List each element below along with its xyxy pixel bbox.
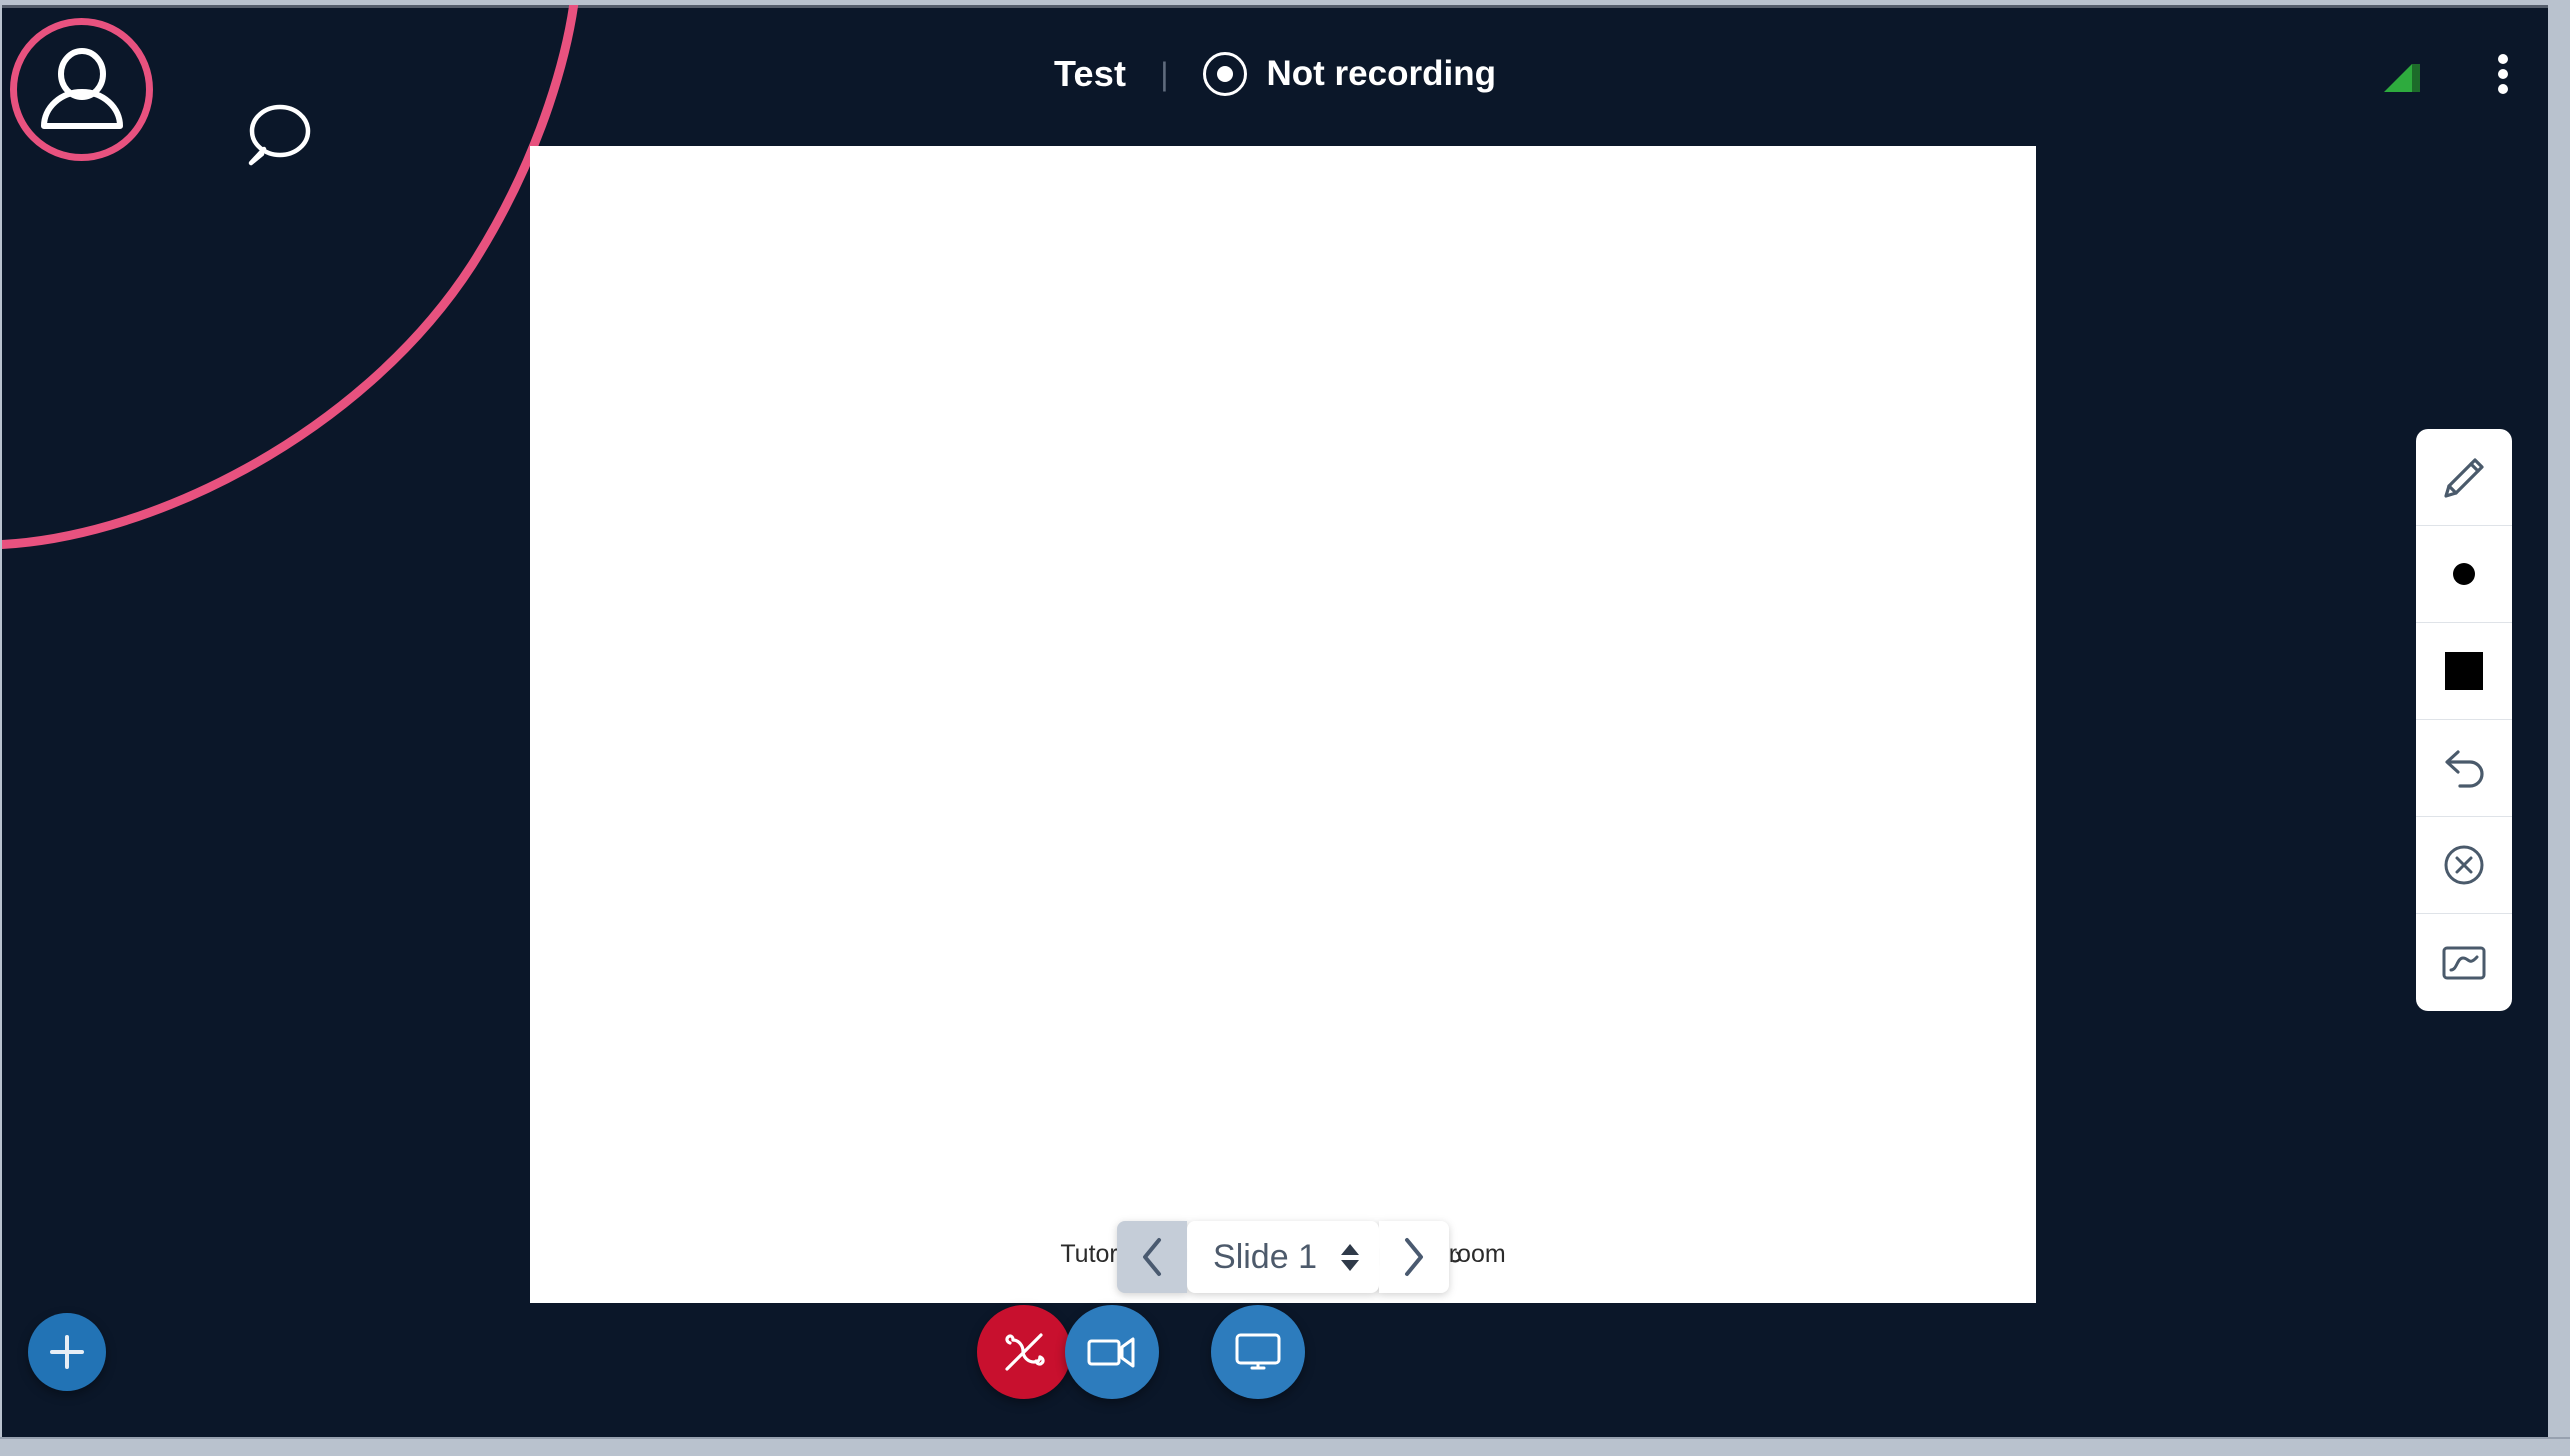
slide-select[interactable]: Slide 1 [1187,1221,1379,1293]
multiuser-tool[interactable] [2416,914,2512,1011]
camera-button[interactable] [1065,1305,1159,1399]
video-camera-icon [1087,1337,1135,1368]
chevron-right-icon [1404,1238,1423,1276]
undo-arrow-icon [2445,750,2484,788]
person-avatar-icon [40,47,123,129]
slide-select-label: Slide 1 [1213,1237,1317,1276]
kebab-menu-icon[interactable] [2486,52,2520,96]
signal-strength-icon [2384,56,2424,92]
presentation-slide[interactable]: Tutorials/Tutoriales/Anleitungen/دليل ee… [530,146,2036,1303]
app-root: Test | Not recording Slide 1 [0,0,2570,1456]
phone-slash-icon [1005,1333,1045,1371]
undo-tool[interactable] [2416,720,2512,817]
clear-circle-x-icon [2444,845,2484,885]
window-bottom-strip [0,1437,2570,1456]
page-title: Test [1054,53,1127,94]
header-separator: | [1160,55,1169,92]
pencil-icon [2444,458,2484,498]
previous-slide-button[interactable] [1117,1221,1188,1293]
action-bar [2,1303,2548,1437]
screenshare-button[interactable] [1211,1305,1305,1399]
screen-monitor-icon [1235,1333,1281,1370]
whiteboard-icon [2442,946,2486,979]
add-button[interactable] [28,1313,106,1391]
thickness-tool[interactable] [2416,526,2512,623]
slide-navigation: Slide 1 [1117,1221,1449,1293]
meeting-stage: Test | Not recording Slide 1 [2,5,2548,1437]
pencil-tool[interactable] [2416,429,2512,526]
next-slide-button[interactable] [1378,1221,1449,1293]
recording-status-label: Not recording [1266,54,1496,93]
record-dot-icon[interactable] [1202,52,1247,96]
clear-tool[interactable] [2416,817,2512,914]
meeting-header: Test | Not recording [2,5,2548,143]
updown-spinner-icon[interactable] [1340,1243,1359,1271]
dot-icon [2453,563,2475,585]
chat-bubble-icon[interactable] [242,101,312,171]
chevron-left-icon [1143,1238,1162,1276]
whiteboard-toolbar [2416,429,2512,1011]
plus-icon [50,1335,84,1369]
header-right-cluster [2384,5,2520,143]
color-tool[interactable] [2416,623,2512,720]
header-center: Test | Not recording [1054,52,1496,96]
avatar[interactable] [10,18,153,161]
leave-audio-button[interactable] [977,1305,1071,1399]
color-swatch-icon [2445,652,2483,690]
